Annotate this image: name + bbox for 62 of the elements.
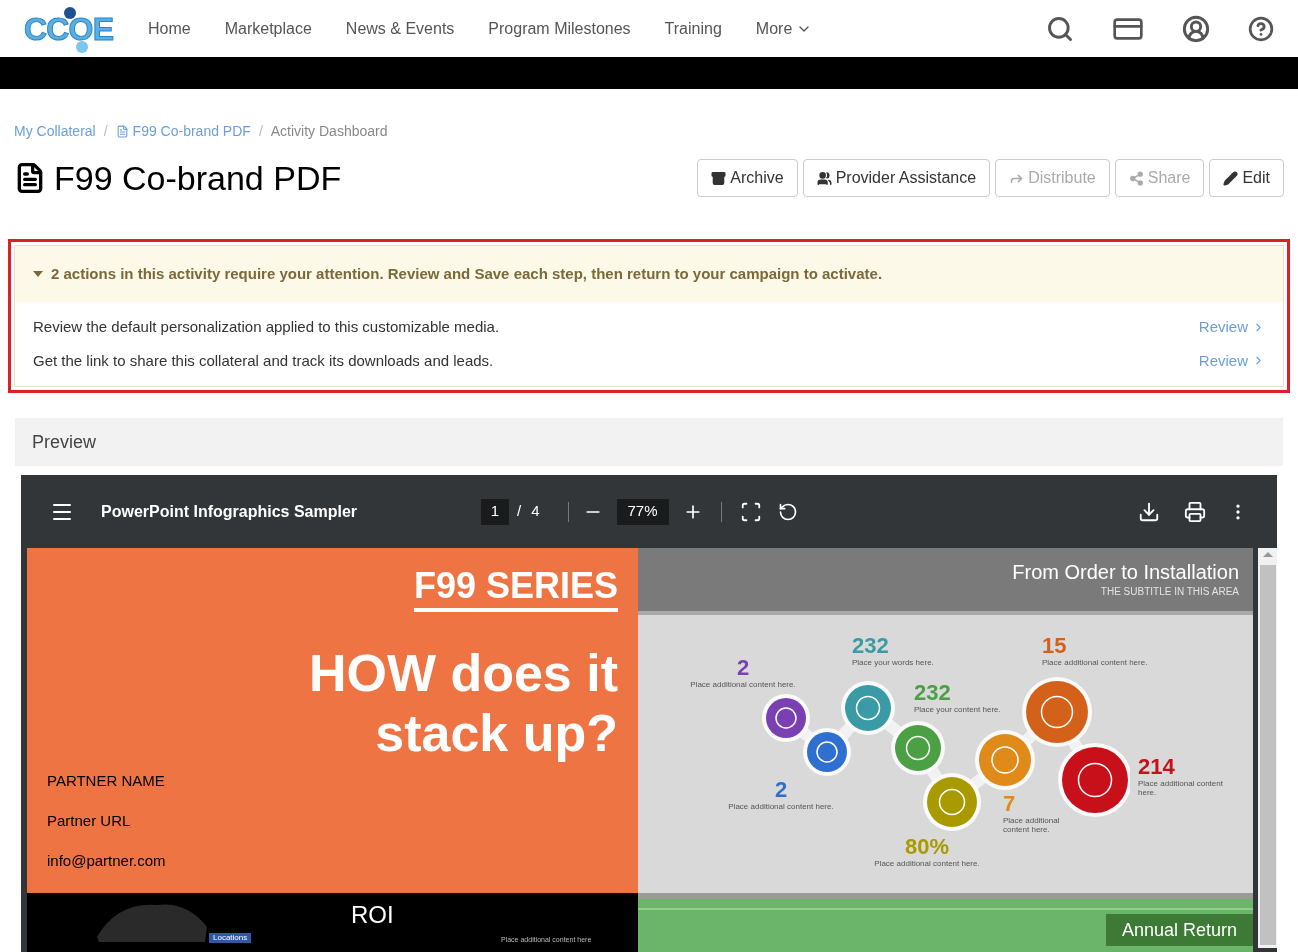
breadcrumb-separator: / [103, 122, 108, 141]
stat-caption: Place additional content here. [728, 802, 834, 811]
slide-title: ROI [351, 901, 394, 929]
stat-number: 80% [904, 835, 949, 859]
slide-headline: HOW does it stack up? [307, 644, 618, 764]
stat-number: 232 [852, 634, 889, 658]
slide-text: info@partner.com [47, 851, 166, 871]
fit-page-icon[interactable] [739, 500, 762, 523]
slide-title: Annual Return [1105, 914, 1253, 946]
section-heading: Preview [32, 430, 97, 454]
nav-link[interactable]: More [755, 16, 813, 41]
breadcrumb-current: Activity Dashboard [270, 122, 388, 141]
print-icon[interactable] [1184, 500, 1206, 523]
action-button[interactable]: Archive [697, 159, 798, 197]
scrollbar[interactable] [1258, 548, 1277, 948]
alert-message: 2 actions in this activity require your attention. Review and Save each step, then return to your campaign to activate. [51, 263, 883, 284]
stat-caption: Place additional content here. [874, 859, 980, 868]
slide-series-title: F99 SERIES [413, 568, 618, 612]
page-count: 4 [531, 501, 540, 522]
zoom-input[interactable]: 77% [616, 498, 669, 525]
stat-number: 214 [1138, 755, 1175, 779]
slide-title: From Order to Installation [1012, 560, 1239, 584]
nav-link[interactable]: Training [664, 16, 722, 41]
archive-icon [711, 170, 727, 186]
task-text: Get the link to share this collateral and track its downloads and leads. [33, 350, 494, 371]
slide-subtitle: THE SUBTITLE IN THIS AREA [1100, 585, 1239, 599]
action-button[interactable]: Edit [1209, 159, 1284, 197]
nav-link[interactable]: Program Milestones [488, 16, 631, 41]
stat-caption: Place your content here. [914, 705, 1001, 714]
stat-number: 15 [1042, 634, 1067, 658]
page-separator: / [517, 501, 522, 522]
pencil-icon [1223, 170, 1239, 186]
nav-link[interactable]: News & Events [345, 16, 455, 41]
stat-caption: Place additional content here. [1042, 658, 1148, 667]
slide-text: Partner URL [47, 811, 132, 831]
alert-header[interactable]: 2 actions in this activity require your attention. Review and Save each step, then return to your campaign to activate. [15, 246, 1283, 302]
share-icon [1128, 170, 1144, 186]
stat-caption: Place additional content here. [1138, 779, 1224, 797]
nav-link[interactable]: Home [148, 16, 191, 41]
user-icon[interactable] [1182, 14, 1210, 43]
task-text: Review the default personalization applied to this customizable media. [33, 317, 500, 337]
breadcrumb-separator: / [258, 122, 263, 141]
stat-number: 2 [774, 778, 788, 802]
users-icon [816, 170, 832, 186]
stat-number: 2 [736, 656, 750, 680]
location-tag: Locations [209, 933, 252, 943]
stat-caption: Place additional content here. [1003, 816, 1061, 834]
nav-link[interactable]: Marketplace [224, 16, 312, 41]
file-icon [115, 125, 129, 138]
stat-caption: Place additional content here. [690, 680, 796, 689]
action-button[interactable]: Provider Assistance [802, 159, 991, 197]
search-icon[interactable] [1046, 14, 1074, 43]
download-icon[interactable] [1138, 500, 1160, 523]
help-icon[interactable] [1248, 15, 1274, 42]
stat-number: 232 [914, 681, 951, 705]
stat-caption: Place your words here. [852, 658, 934, 667]
rotate-icon[interactable] [777, 501, 798, 522]
slide-text: PARTNER NAME [47, 771, 166, 791]
stat-number: 7 [1003, 792, 1016, 816]
document-title: PowerPoint Infographics Sampler [101, 501, 359, 522]
page-title: F99 Co-brand PDF [54, 158, 342, 198]
page-input[interactable]: 1 [481, 498, 509, 525]
